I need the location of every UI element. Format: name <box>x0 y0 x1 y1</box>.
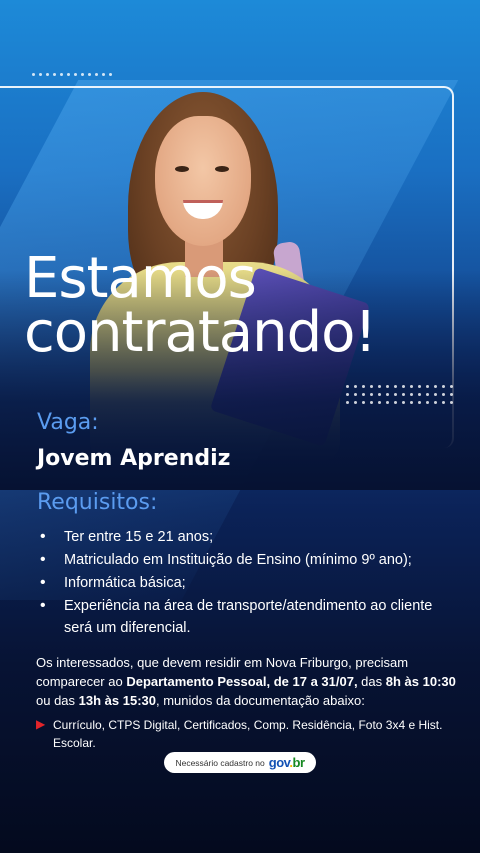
govbr-badge-text: Necessário cadastro no <box>175 757 265 768</box>
documentos-text: Currículo, CTPS Digital, Certificados, C… <box>53 718 443 750</box>
photo-eye-left <box>175 166 189 172</box>
requisito-item: Informática básica; <box>38 572 458 594</box>
requisito-item: Ter entre 15 e 21 anos; <box>38 526 458 548</box>
dots-pattern-right <box>346 385 453 404</box>
headline-line-2: contratando! <box>24 300 377 365</box>
govbr-logo-br: br <box>292 755 306 770</box>
photo-face <box>155 116 251 246</box>
instrucoes-text-2: das <box>357 674 386 689</box>
vaga-label: Vaga: <box>37 410 99 435</box>
requisito-item: Experiência na área de transporte/atendi… <box>38 595 458 639</box>
instrucoes-paragraph: Os interessados, que devem residir em No… <box>36 653 456 710</box>
dots-pattern-top <box>32 73 112 76</box>
instrucoes-text-3: ou das <box>36 693 79 708</box>
requisito-item: Matriculado em Instituição de Ensino (mí… <box>38 549 458 571</box>
requisitos-label: Requisitos: <box>37 490 158 515</box>
photo-smile <box>183 200 223 219</box>
govbr-logo: gov.br <box>269 755 305 770</box>
documentos-list: ▶ Currículo, CTPS Digital, Certificados,… <box>36 716 456 752</box>
triangle-right-icon: ▶ <box>36 717 46 731</box>
photo-eye-right <box>215 166 229 172</box>
headline: Estamos contratando! <box>24 251 377 361</box>
govbr-badge: Necessário cadastro no gov.br <box>164 752 316 773</box>
govbr-logo-gov: gov <box>268 755 290 770</box>
instrucoes-text-4: , munidos da documentação abaixo: <box>156 693 365 708</box>
recruitment-poster: Estamos contratando! Vaga: Jovem Aprendi… <box>0 0 480 853</box>
instrucoes-local: Departamento Pessoal, de 17 a 31/07, <box>126 674 358 689</box>
vaga-title: Jovem Aprendiz <box>37 446 231 471</box>
requisitos-list: Ter entre 15 e 21 anos; Matriculado em I… <box>38 526 458 640</box>
instrucoes-horario-tarde: 13h às 15:30 <box>78 693 156 708</box>
instrucoes-horario-manha: 8h às 10:30 <box>385 674 456 689</box>
